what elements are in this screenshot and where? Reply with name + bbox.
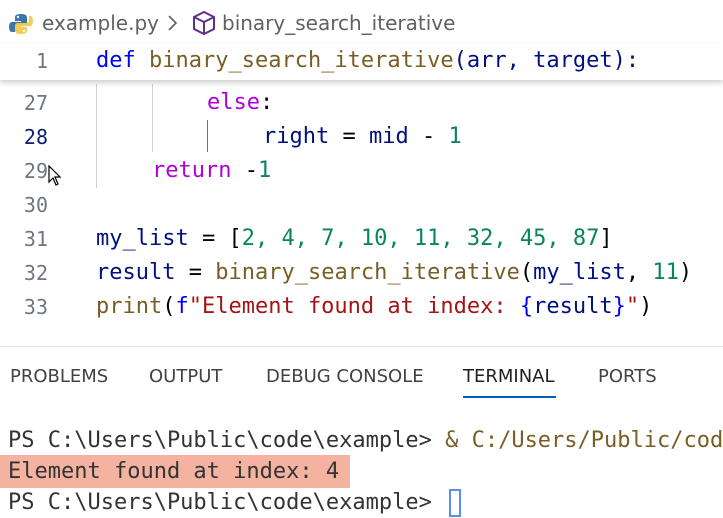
keyword: return — [152, 158, 232, 183]
code-editor[interactable]: 27 else: 28 right = mid - 1 29 return -1… — [0, 84, 723, 340]
code-text: right = mid - 1 — [263, 120, 462, 154]
keyword: def — [96, 48, 136, 73]
terminal-prompt: PS C:\Users\Public\code\example> — [8, 490, 446, 515]
variable: mid — [368, 124, 409, 149]
variable: result — [533, 294, 613, 319]
number: 1 — [448, 124, 462, 149]
code-line: def binary_search_iterative(arr, target)… — [96, 44, 639, 78]
function-name: print — [96, 294, 163, 319]
line-number: 1 — [35, 49, 48, 73]
mouse-cursor-icon — [48, 165, 62, 186]
tab-ports[interactable]: PORTS — [598, 366, 657, 387]
operator: - — [231, 158, 258, 183]
punctuation: { — [519, 294, 534, 319]
line-number: 33 — [23, 295, 48, 319]
punctuation: ( — [162, 294, 176, 319]
code-line-31: 31 my_list = [2, 4, 7, 10, 11, 32, 45, 8… — [0, 222, 723, 256]
string: " — [625, 294, 640, 319]
operator: - — [408, 124, 449, 149]
string: "Element found at index: — [188, 294, 520, 319]
line-number: 29 — [23, 159, 48, 183]
number: 1 — [257, 158, 272, 183]
code-line-29: 29 return -1 — [0, 154, 723, 188]
variable: result — [96, 260, 176, 285]
terminal-line: PS C:\Users\Public\code\example> & C:/Us… — [8, 426, 723, 456]
line-number: 31 — [23, 227, 48, 251]
chevron-right-icon — [168, 15, 178, 31]
terminal-line: PS C:\Users\Public\code\example> — [8, 488, 462, 518]
breadcrumb: example.py binary_search_iterative — [0, 0, 723, 48]
variable: my_list — [533, 260, 626, 285]
variable: right — [263, 124, 330, 149]
punctuation: ) — [639, 294, 653, 319]
line-number: 30 — [23, 193, 48, 217]
variable: my_list — [96, 226, 189, 251]
params: (arr, target): — [453, 48, 640, 73]
line-number: 28 — [23, 125, 48, 149]
code-text: print(f"Element found at index: {result}… — [96, 290, 652, 324]
panel-divider — [0, 346, 723, 347]
punctuation: ) — [678, 260, 693, 285]
code-line-27: 27 else: — [0, 86, 723, 120]
panel-tabs: PROBLEMS OUTPUT DEBUG CONSOLE TERMINAL P… — [0, 362, 723, 398]
sticky-scroll-line[interactable]: 1 def binary_search_iterative(arr, targe… — [0, 44, 723, 80]
code-line-30: 30 — [0, 188, 723, 222]
code-text: my_list = [2, 4, 7, 10, 11, 32, 45, 87] — [96, 222, 613, 256]
line-number: 32 — [23, 261, 48, 285]
punctuation: : — [259, 90, 274, 115]
function-name: binary_search_iterative — [215, 260, 520, 285]
punctuation: ( — [519, 260, 534, 285]
terminal-output: Element found at index: 4 — [8, 459, 340, 484]
operator: = — [329, 124, 369, 149]
code-text: result = binary_search_iterative(my_list… — [96, 256, 692, 290]
breadcrumb-file[interactable]: example.py — [42, 11, 159, 35]
number: 11 — [652, 260, 679, 285]
operator: = — [175, 260, 216, 285]
punctuation: } — [612, 294, 626, 319]
tab-output[interactable]: OUTPUT — [149, 366, 222, 387]
operator: = [ — [188, 226, 242, 251]
function-name: binary_search_iterative — [149, 48, 454, 73]
code-line-28: 28 right = mid - 1 — [0, 120, 723, 154]
python-file-icon — [9, 14, 33, 34]
number-list: 2, 4, 7, 10, 11, 32, 45, 87 — [241, 226, 600, 251]
terminal-cursor — [449, 489, 462, 517]
code-text: else: — [207, 86, 273, 120]
line-number: 27 — [23, 91, 48, 115]
punctuation: , — [625, 260, 653, 285]
breadcrumb-symbol[interactable]: binary_search_iterative — [222, 11, 455, 35]
code-text: return -1 — [152, 154, 271, 188]
tab-problems[interactable]: PROBLEMS — [10, 366, 108, 387]
terminal-prompt: PS C:\Users\Public\code\example> — [8, 428, 446, 453]
keyword: else — [207, 90, 260, 115]
code-line-33: 33 print(f"Element found at index: {resu… — [0, 290, 723, 324]
punctuation: ] — [599, 226, 613, 251]
active-tab-indicator — [463, 396, 556, 398]
terminal-command: & C:/Users/Public/code — [445, 428, 723, 453]
code-line-32: 32 result = binary_search_iterative(my_l… — [0, 256, 723, 290]
fstring-prefix: f — [175, 294, 189, 319]
symbol-method-icon — [193, 10, 215, 36]
tab-terminal[interactable]: TERMINAL — [463, 366, 555, 387]
tab-debug-console[interactable]: DEBUG CONSOLE — [266, 366, 424, 387]
